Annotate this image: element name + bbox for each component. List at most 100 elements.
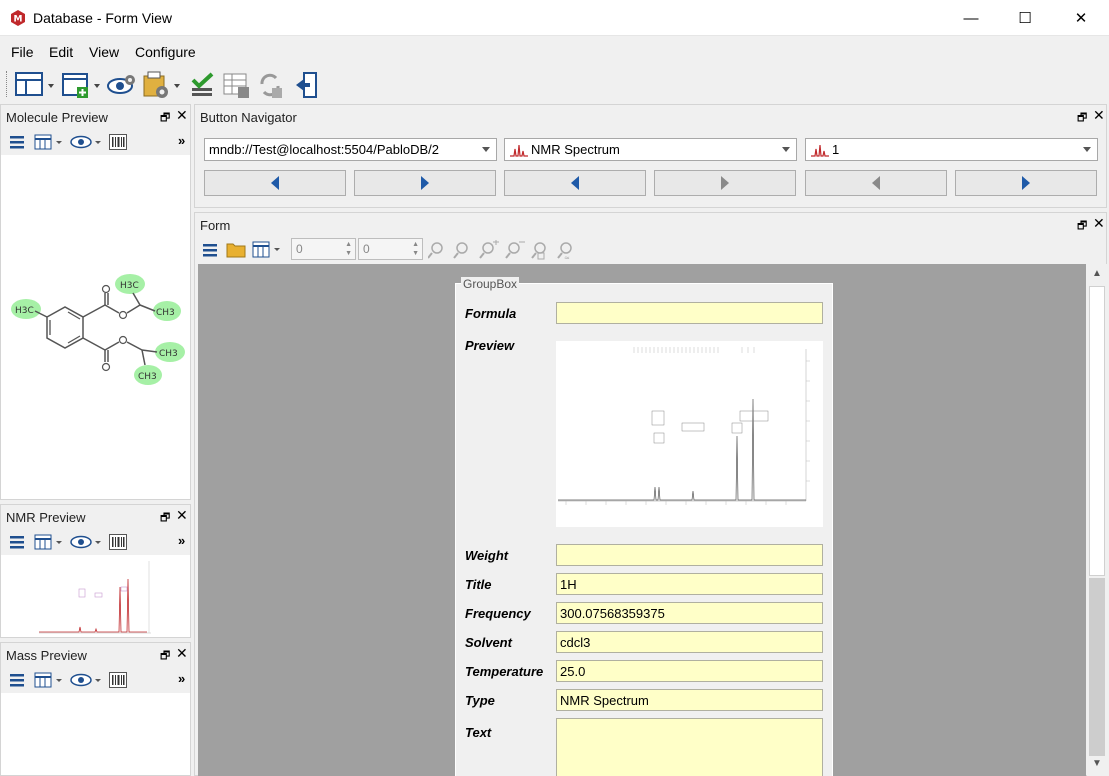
eye-icon[interactable] <box>70 534 104 550</box>
temperature-field[interactable]: 25.0 <box>556 660 823 682</box>
close-panel-icon[interactable]: ✕ <box>176 107 188 124</box>
zoom-back-icon <box>428 242 443 259</box>
field-label-text: Text <box>465 725 492 740</box>
frequency-field[interactable]: 300.07568359375 <box>556 602 823 624</box>
atom-label: CH3 <box>156 308 175 318</box>
scroll-up-icon[interactable]: ▲ <box>1092 268 1102 279</box>
view-settings-icon[interactable] <box>106 70 138 100</box>
float-panel-icon[interactable]: 🗗 <box>160 647 170 666</box>
record-previous-button <box>805 170 947 196</box>
solvent-field[interactable]: cdcl3 <box>556 631 823 653</box>
type-next-button <box>654 170 796 196</box>
menu-file[interactable]: File <box>11 44 34 60</box>
nmr-preview-panel: NMR Preview 🗗 ✕ » <box>0 504 191 638</box>
field-label-frequency: Frequency <box>465 606 531 621</box>
float-panel-icon[interactable]: 🗗 <box>160 109 170 128</box>
record-next-button[interactable] <box>955 170 1097 196</box>
record-index-combo[interactable]: 1 <box>805 138 1098 161</box>
menu-configure[interactable]: Configure <box>135 44 196 60</box>
next-arrow-icon <box>1022 176 1030 190</box>
close-button[interactable]: ✕ <box>1058 0 1104 36</box>
field-label-preview: Preview <box>465 338 515 353</box>
form-scrollbar[interactable]: ▲ ▼ <box>1087 264 1107 776</box>
layout-view-icon[interactable] <box>14 70 58 100</box>
spin-arrows-icon: ▲ ▼ <box>412 241 419 257</box>
menu-icon[interactable] <box>10 673 24 687</box>
title-bar: M Database - Form View — ☐ ✕ <box>0 0 1109 36</box>
exit-icon[interactable] <box>292 70 322 100</box>
molecule-preview-header: Molecule Preview 🗗 ✕ <box>1 105 190 129</box>
eye-icon[interactable] <box>70 672 104 688</box>
database-config-icon[interactable] <box>140 70 184 100</box>
table-view-icon[interactable] <box>34 672 64 688</box>
float-panel-icon[interactable]: 🗗 <box>1077 109 1087 128</box>
chevron-down-icon <box>482 147 490 152</box>
maximize-button[interactable]: ☐ <box>1002 0 1048 36</box>
menu-icon[interactable] <box>10 535 24 549</box>
atom-label: H3C <box>15 306 34 316</box>
record-type-value: NMR Spectrum <box>531 142 620 157</box>
nmr-preview-header: NMR Preview 🗗 ✕ <box>1 505 190 529</box>
close-panel-icon[interactable]: ✕ <box>176 507 188 524</box>
main-toolbar <box>0 65 1109 103</box>
folder-icon[interactable] <box>226 241 246 258</box>
spectrum-icon <box>811 144 829 157</box>
spin-arrows-icon: ▲ ▼ <box>345 241 352 257</box>
menu-icon[interactable] <box>203 243 217 257</box>
chevron-down-icon <box>782 147 790 152</box>
title-field[interactable]: 1H <box>556 573 823 595</box>
refresh-icon <box>260 73 282 98</box>
svg-text:M: M <box>14 15 23 25</box>
menu-bar: File Edit View Configure <box>0 37 1109 65</box>
float-panel-icon[interactable]: 🗗 <box>160 509 170 528</box>
nmr-preview-title: NMR Preview <box>6 510 86 525</box>
table-view-icon[interactable] <box>34 134 64 150</box>
zoom-reset-icon: ≈ <box>557 242 572 260</box>
previous-arrow-icon <box>872 176 880 190</box>
float-panel-icon[interactable]: 🗗 <box>1077 217 1087 236</box>
formula-field[interactable] <box>556 302 823 324</box>
database-path-combo[interactable]: mndb://Test@localhost:5504/PabloDB/2 <box>204 138 497 161</box>
type-field[interactable]: NMR Spectrum <box>556 689 823 711</box>
type-previous-button[interactable] <box>504 170 646 196</box>
field-label-temperature: Temperature <box>465 664 544 679</box>
close-panel-icon[interactable]: ✕ <box>176 645 188 662</box>
text-field[interactable] <box>556 718 823 776</box>
overflow-chevron-icon[interactable]: » <box>178 133 185 148</box>
spin-box-2: 0 ▲ ▼ <box>358 238 423 260</box>
minimize-button[interactable]: — <box>948 0 994 36</box>
new-form-icon[interactable] <box>60 70 104 100</box>
database-next-button[interactable] <box>354 170 496 196</box>
spectrum-preview-image[interactable] <box>556 341 823 527</box>
previous-arrow-icon <box>271 176 279 190</box>
record-type-combo[interactable]: NMR Spectrum <box>504 138 797 161</box>
weight-field[interactable] <box>556 544 823 566</box>
next-arrow-icon <box>421 176 429 190</box>
molecule-structure: H3C H3C CH3 CH3 CH3 <box>11 274 185 385</box>
barcode-icon[interactable] <box>109 672 127 688</box>
database-previous-button[interactable] <box>204 170 346 196</box>
close-panel-icon[interactable]: ✕ <box>1093 107 1105 124</box>
mass-preview-header: Mass Preview 🗗 ✕ <box>1 643 190 667</box>
table-view-icon[interactable] <box>34 534 64 550</box>
close-panel-icon[interactable]: ✕ <box>1093 215 1105 232</box>
table-view-icon[interactable] <box>252 241 282 258</box>
menu-icon[interactable] <box>10 135 24 149</box>
barcode-icon[interactable] <box>109 134 127 150</box>
menu-view[interactable]: View <box>89 44 119 60</box>
check-icon[interactable] <box>188 70 218 100</box>
form-title: Form <box>200 218 231 233</box>
spin-box-2-value: 0 <box>363 242 370 256</box>
eye-icon[interactable] <box>70 134 104 150</box>
scrollbar-thumb[interactable] <box>1089 578 1105 756</box>
overflow-chevron-icon[interactable]: » <box>178 671 185 686</box>
scroll-down-icon[interactable]: ▼ <box>1092 758 1102 769</box>
mass-preview-panel: Mass Preview 🗗 ✕ » <box>0 642 191 776</box>
barcode-icon[interactable] <box>109 534 127 550</box>
zoom-fit-icon <box>531 242 546 260</box>
chevron-down-icon <box>1083 147 1091 152</box>
nmr-thumbnail <box>35 557 155 637</box>
zoom-in-icon <box>479 240 499 259</box>
menu-edit[interactable]: Edit <box>49 44 73 60</box>
overflow-chevron-icon[interactable]: » <box>178 533 185 548</box>
